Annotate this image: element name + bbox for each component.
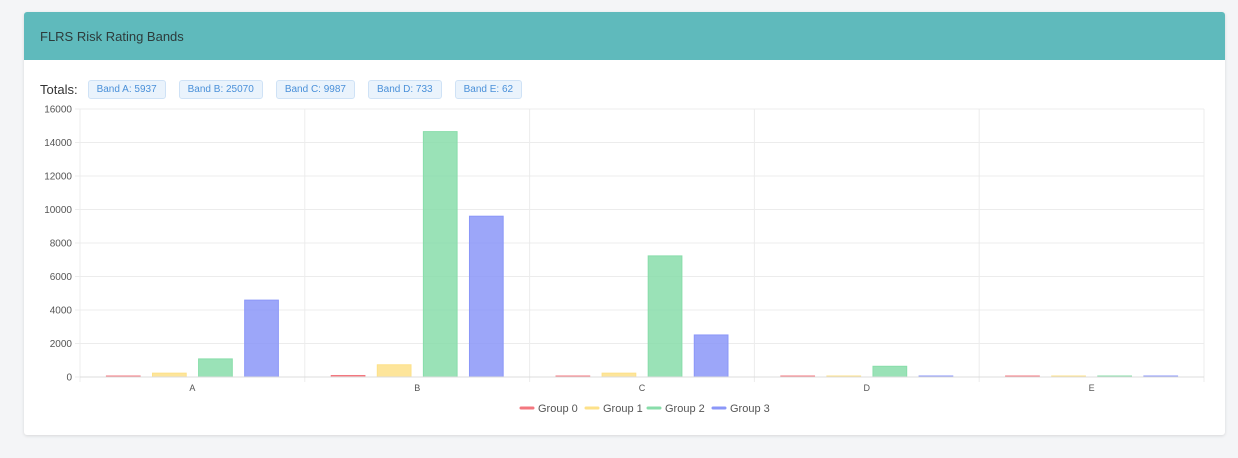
band-e-total-badge: Band E: 62 bbox=[454, 80, 523, 99]
bar-b-group-1 bbox=[376, 364, 412, 378]
bar-b-group-3 bbox=[468, 215, 504, 378]
y-tick-label: 12000 bbox=[44, 172, 72, 183]
bar-a-group-3 bbox=[244, 299, 279, 378]
x-tick-label: E bbox=[1089, 383, 1095, 393]
legend-label-group-1: Group 1 bbox=[603, 403, 643, 415]
bar-b-group-2 bbox=[422, 131, 458, 378]
band-d-total-badge: Band D: 733 bbox=[367, 80, 442, 99]
band-c-total-badge: Band C: 9987 bbox=[275, 80, 355, 99]
panel-title: FLRS Risk Rating Bands bbox=[40, 28, 184, 44]
totals-row: Totals: Band A: 5937 Band B: 25070 Band … bbox=[40, 80, 535, 99]
x-tick-label: C bbox=[639, 383, 646, 393]
legend-label-group-3: Group 3 bbox=[730, 403, 770, 415]
y-tick-label: 0 bbox=[66, 373, 72, 384]
y-tick-label: 8000 bbox=[50, 239, 73, 250]
band-b-total-badge: Band B: 25070 bbox=[178, 80, 263, 99]
y-tick-label: 2000 bbox=[50, 339, 73, 350]
chart-area: 0 2000 4000 6000 8000 10000 12000 14000 16000 A B C… bbox=[24, 102, 1225, 427]
chart-panel: FLRS Risk Rating Bands Totals: Band A: 5… bbox=[24, 12, 1225, 435]
bar-a-group-1 bbox=[151, 372, 187, 378]
totals-label: Totals: bbox=[40, 82, 78, 97]
bar-c-group-1 bbox=[601, 372, 637, 378]
bar-c-group-2 bbox=[647, 255, 683, 378]
bar-d-group-2 bbox=[872, 365, 908, 378]
bar-a-group-2 bbox=[198, 358, 233, 378]
legend-label-group-0: Group 0 bbox=[538, 403, 578, 415]
y-tick-label: 10000 bbox=[44, 205, 72, 216]
y-tick-label: 4000 bbox=[50, 306, 73, 317]
y-tick-label: 16000 bbox=[44, 105, 72, 116]
x-tick-label: A bbox=[189, 383, 195, 393]
x-tick-label: B bbox=[414, 383, 420, 393]
y-tick-label: 14000 bbox=[44, 138, 72, 149]
panel-header: FLRS Risk Rating Bands bbox=[24, 12, 1225, 60]
bar-c-group-3 bbox=[693, 334, 729, 378]
x-tick-label: D bbox=[864, 383, 871, 393]
y-tick-label: 6000 bbox=[50, 272, 73, 283]
bar-chart: 0 2000 4000 6000 8000 10000 12000 14000 16000 A B C… bbox=[44, 105, 1205, 415]
legend-label-group-2: Group 2 bbox=[665, 403, 705, 415]
band-a-total-badge: Band A: 5937 bbox=[87, 80, 166, 99]
